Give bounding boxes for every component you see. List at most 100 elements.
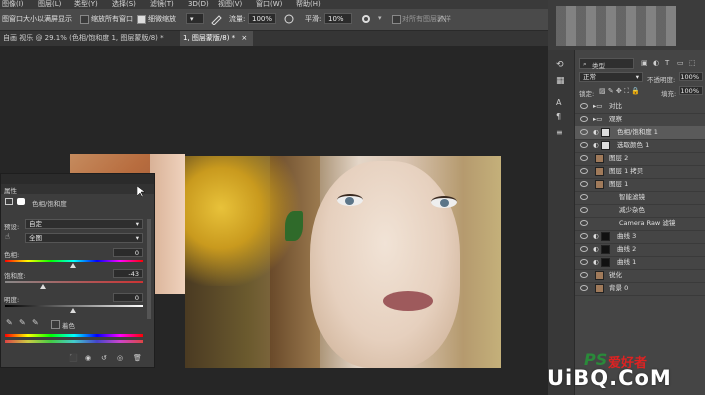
layer-thumbnail[interactable] <box>595 271 604 280</box>
visibility-eye-icon[interactable] <box>580 259 588 265</box>
dropdown-arrow-icon[interactable]: ▾ <box>378 14 382 22</box>
visibility-eye-icon[interactable]: ◎ <box>117 354 123 362</box>
menu-help[interactable]: 帮助(H) <box>296 0 321 8</box>
filter-pixel-icon[interactable]: ▣ <box>641 59 648 67</box>
saturation-field[interactable]: -43 <box>113 269 143 278</box>
filter-smart-icon[interactable]: ⬚ <box>689 59 696 67</box>
opacity-field[interactable]: 100% <box>679 72 703 81</box>
menu-3d[interactable]: 3D(D) <box>188 0 209 8</box>
visibility-eye-icon[interactable] <box>580 194 588 200</box>
filter-shape-icon[interactable]: ▭ <box>677 59 684 67</box>
trash-icon[interactable]: 🗑 <box>133 354 142 362</box>
visibility-eye-icon[interactable] <box>580 285 588 291</box>
properties-scrollbar[interactable] <box>147 219 151 319</box>
close-icon[interactable]: × <box>241 34 247 42</box>
eyedropper-plus-icon[interactable]: ✎ <box>19 318 26 327</box>
mask-icon[interactable] <box>17 198 25 205</box>
eyedropper-icon[interactable]: ✎ <box>6 318 13 327</box>
hue-knob[interactable] <box>70 263 76 268</box>
layer-thumbnail[interactable] <box>595 154 604 163</box>
visibility-eye-icon[interactable] <box>580 142 588 148</box>
hue-field[interactable]: 0 <box>113 248 143 257</box>
visibility-eye-icon[interactable] <box>580 168 588 174</box>
fill-field[interactable]: 100% <box>679 86 703 95</box>
folder-icon[interactable]: ▸▭ <box>593 100 602 113</box>
hue-slider[interactable] <box>5 260 143 262</box>
visibility-eye-icon[interactable] <box>580 129 588 135</box>
layer-row[interactable]: 图层 1 <box>575 178 705 192</box>
layer-row[interactable]: ▸▭ 对比 <box>575 100 705 114</box>
paragraph-icon[interactable]: ¶ <box>556 112 561 121</box>
visibility-eye-icon[interactable] <box>580 246 588 252</box>
scrubby-checkbox[interactable] <box>137 15 146 24</box>
menu-view[interactable]: 视图(V) <box>218 0 242 8</box>
preset-dropdown[interactable]: 自定 ▾ <box>25 219 143 229</box>
channel-dropdown[interactable]: 全图 ▾ <box>25 233 143 243</box>
layer-mask-thumbnail[interactable] <box>601 232 610 241</box>
sample-all-checkbox[interactable] <box>392 15 401 24</box>
layer-row[interactable]: ◐ 色相/饱和度 1 <box>575 126 705 140</box>
layer-filter-dropdown[interactable]: ⌕ 类型 <box>579 58 634 70</box>
saturation-knob[interactable] <box>40 284 46 289</box>
history-icon[interactable]: ⟲ <box>556 60 564 70</box>
folder-icon[interactable]: ▸▭ <box>593 113 602 126</box>
visibility-eye-icon[interactable] <box>580 272 588 278</box>
hand-tool-icon[interactable]: ☝ <box>5 232 10 241</box>
layer-row[interactable]: ◐ 曲线 2 <box>575 243 705 257</box>
visibility-eye-icon[interactable] <box>580 155 588 161</box>
layer-mask-thumbnail[interactable] <box>601 245 610 254</box>
symmetry-icon[interactable] <box>436 13 448 25</box>
lightness-slider[interactable] <box>5 305 143 307</box>
tab-document-1[interactable]: 自画 视乐 @ 29.1% (色相/饱和度 1, 图层蒙版/8) * × <box>0 31 173 57</box>
layer-thumbnail[interactable] <box>595 180 604 189</box>
layer-row[interactable]: ▸▭ 观察 <box>575 113 705 127</box>
brush-dropdown[interactable]: ▾ <box>186 13 204 24</box>
lightness-field[interactable]: 0 <box>113 293 143 302</box>
character-icon[interactable]: A <box>556 98 561 107</box>
layer-row[interactable]: 锐化 <box>575 269 705 283</box>
visibility-eye-icon[interactable] <box>580 220 588 226</box>
swatches-icon[interactable]: ▦ <box>556 76 565 86</box>
layer-row[interactable]: ◐ 选取颜色 1 <box>575 139 705 153</box>
airbrush-icon[interactable] <box>210 13 222 25</box>
blend-mode-dropdown[interactable]: 正常 ▾ <box>579 72 643 82</box>
lock-icon[interactable]: ▨ ✎ ✥ ⛶ 🔒 <box>599 87 640 96</box>
zoom-all-checkbox[interactable] <box>80 15 89 24</box>
visibility-eye-icon[interactable] <box>580 207 588 213</box>
settings-gear-icon[interactable] <box>360 13 372 25</box>
layer-mask-thumbnail[interactable] <box>601 141 610 150</box>
layer-row[interactable]: 图层 1 拷贝 <box>575 165 705 179</box>
layer-row[interactable]: 背景 0 <box>575 282 705 296</box>
visibility-eye-icon[interactable] <box>580 116 588 122</box>
layer-row[interactable]: 图层 2 <box>575 152 705 166</box>
menu-window[interactable]: 窗口(W) <box>256 0 282 8</box>
menu-select[interactable]: 选择(S) <box>112 0 136 8</box>
saturation-slider[interactable] <box>5 281 143 283</box>
eyedropper-minus-icon[interactable]: ✎ <box>32 318 39 327</box>
tab-document-2[interactable]: 1, 图层蒙版/8) * × <box>180 31 253 46</box>
menu-image[interactable]: 图像(I) <box>2 0 24 8</box>
layer-row[interactable]: ◐ 曲线 3 <box>575 230 705 244</box>
menu-filter[interactable]: 滤镜(T) <box>150 0 174 8</box>
layer-row[interactable]: 智能滤镜 <box>575 191 705 205</box>
flow-field[interactable]: 100% <box>248 13 276 24</box>
smoothing-field[interactable]: 10% <box>324 13 352 24</box>
visibility-eye-icon[interactable] <box>580 103 588 109</box>
layer-mask-thumbnail[interactable] <box>601 258 610 267</box>
layer-thumbnail[interactable] <box>595 284 604 293</box>
canvas-area[interactable]: 属性 色相/饱和度 预设: 自定 ▾ ☝ 全图 ▾ 色相: 0 饱和度: -43 明… <box>0 46 548 395</box>
properties-icon[interactable]: ≡ <box>556 128 563 137</box>
filter-type-icon[interactable]: T <box>665 59 669 67</box>
layer-row[interactable]: 减少杂色 <box>575 204 705 218</box>
view-previous-icon[interactable]: ◉ <box>85 354 91 362</box>
pressure-icon[interactable] <box>283 13 295 25</box>
layer-thumbnail[interactable] <box>595 167 604 176</box>
clip-layer-icon[interactable]: ⬛ <box>69 354 78 362</box>
reset-icon[interactable]: ↺ <box>101 354 107 362</box>
lightness-knob[interactable] <box>70 308 76 313</box>
layer-row[interactable]: ◐ 曲线 1 <box>575 256 705 270</box>
layer-mask-thumbnail[interactable] <box>601 128 610 137</box>
properties-header[interactable] <box>1 174 154 184</box>
visibility-eye-icon[interactable] <box>580 181 588 187</box>
layer-row[interactable]: Camera Raw 滤镜 <box>575 217 705 231</box>
